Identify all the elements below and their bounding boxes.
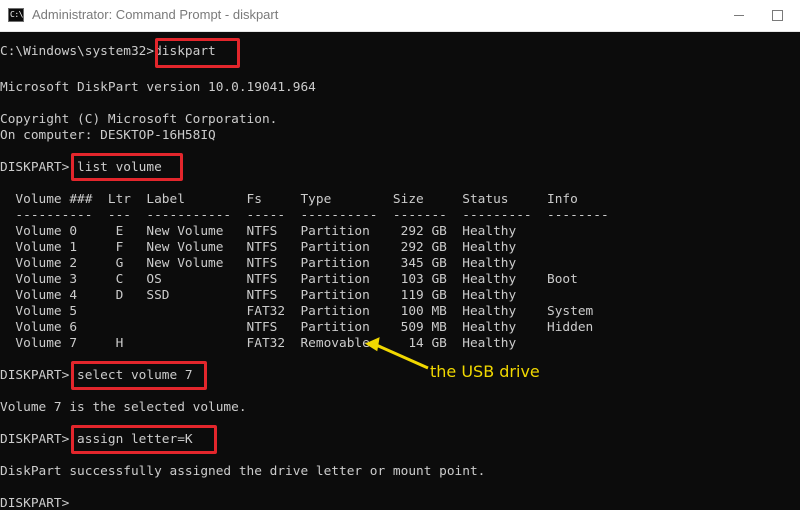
table-row: Volume 2 G New Volume NTFS Partition 345…	[0, 256, 517, 271]
highlight-diskpart-command	[155, 38, 240, 68]
table-row: Volume 6 NTFS Partition 509 MB Healthy H…	[0, 320, 594, 335]
volume-table-divider: ---------- --- ----------- ----- -------…	[0, 208, 609, 223]
highlight-assign-letter-command	[71, 425, 217, 454]
table-row: Volume 5 FAT32 Partition 100 MB Healthy …	[0, 304, 594, 319]
highlight-select-volume-command	[71, 361, 207, 390]
console-line: DiskPart successfully assigned the drive…	[0, 464, 486, 479]
table-row: Volume 4 D SSD NTFS Partition 119 GB Hea…	[0, 288, 517, 303]
console-line: Volume 7 is the selected volume.	[0, 400, 247, 415]
maximize-icon	[771, 10, 783, 21]
console-line: On computer: DESKTOP-16H58IQ	[0, 128, 216, 143]
table-row: Volume 3 C OS NTFS Partition 103 GB Heal…	[0, 272, 578, 287]
cmd-icon-text: C:\	[10, 10, 23, 19]
console-line: Copyright (C) Microsoft Corporation.	[0, 112, 278, 127]
cmd-icon[interactable]: C:\	[8, 8, 24, 22]
window-title: Administrator: Command Prompt - diskpart	[32, 7, 279, 22]
table-row: Volume 1 F New Volume NTFS Partition 292…	[0, 240, 517, 255]
console-prompt: DISKPART>	[0, 496, 78, 510]
minimize-icon	[734, 15, 744, 16]
console-line: Microsoft DiskPart version 10.0.19041.96…	[0, 80, 316, 95]
table-row: Volume 0 E New Volume NTFS Partition 292…	[0, 224, 517, 239]
maximize-button[interactable]	[754, 0, 800, 31]
callout-arrow-icon	[365, 337, 429, 370]
title-bar: C:\ Administrator: Command Prompt - disk…	[0, 0, 800, 32]
volume-table-header: Volume ### Ltr Label Fs Type Size Status…	[0, 192, 578, 207]
usb-drive-callout: the USB drive	[430, 362, 540, 381]
highlight-list-volume-command	[71, 153, 183, 181]
